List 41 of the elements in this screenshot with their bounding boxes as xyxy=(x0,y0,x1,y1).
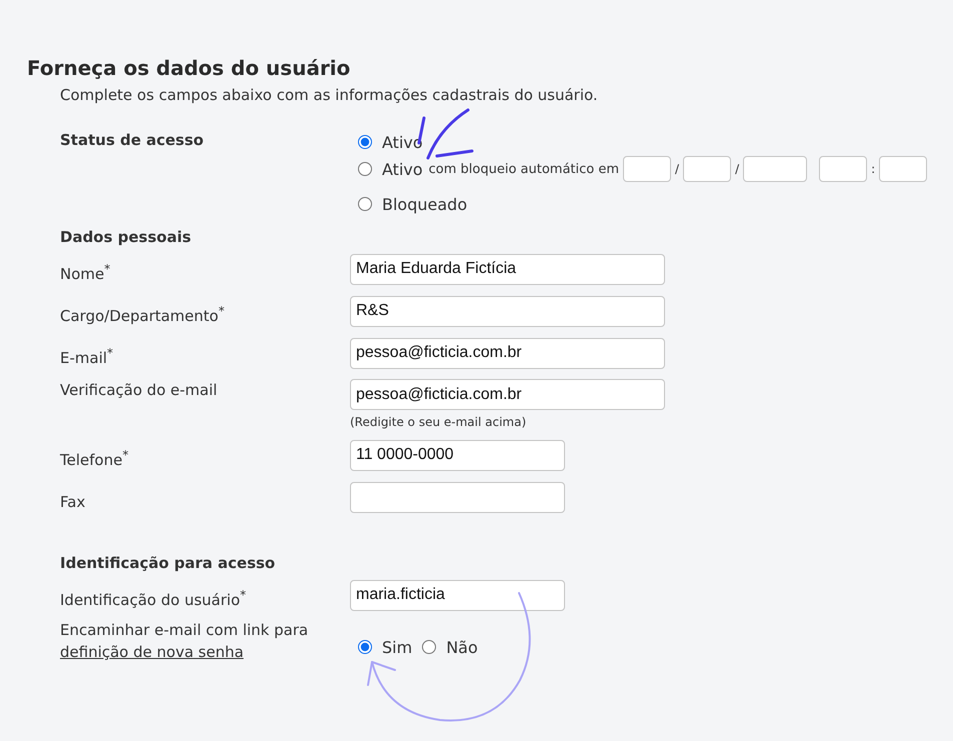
field-label: Identificação do usuário$^{*}$ xyxy=(60,587,247,611)
radio-label[interactable]: Sim xyxy=(382,638,412,656)
option-note: com bloqueio automático em xyxy=(428,162,620,176)
radio-button[interactable] xyxy=(422,640,436,654)
radio-button[interactable] xyxy=(358,162,372,176)
field-label: E-mail$^{*}$ xyxy=(60,345,114,369)
field-label: Telefone$^{*}$ xyxy=(60,447,130,471)
section-title: Status de acesso xyxy=(60,130,205,151)
radio-label[interactable]: Ativo xyxy=(382,160,423,178)
text-field[interactable]: maria.ficticia xyxy=(350,580,565,610)
section-title: Identificação para acesso xyxy=(60,553,276,573)
text-field[interactable]: Maria Eduarda Fictícia xyxy=(350,254,665,284)
text-field[interactable]: 11 0000-0000 xyxy=(350,440,565,470)
radio-label[interactable]: Bloqueado xyxy=(382,194,468,214)
separator-text: / xyxy=(675,162,680,176)
radio-button[interactable] xyxy=(358,197,372,211)
separator-text: : xyxy=(871,162,876,176)
field-label: Verificação do e-mail xyxy=(60,380,218,401)
field-label: Cargo/Departamento$^{*}$ xyxy=(60,303,226,327)
date-time-field[interactable] xyxy=(743,156,808,182)
radio-label[interactable]: Não xyxy=(446,638,478,656)
field-label: Fax xyxy=(60,492,86,513)
text-field[interactable] xyxy=(350,482,565,512)
radio-button[interactable] xyxy=(358,135,372,149)
date-time-field[interactable] xyxy=(879,156,928,182)
section-title: Dados pessoais xyxy=(60,227,192,247)
radio-label[interactable]: Ativo xyxy=(382,132,423,152)
date-time-field[interactable] xyxy=(819,156,868,182)
password-link[interactable]: definição de nova senha xyxy=(60,643,244,661)
text-field[interactable]: pessoa@ficticia.com.br xyxy=(350,338,665,368)
date-time-field[interactable] xyxy=(623,156,672,182)
form-title: Forneça os dados do usuário xyxy=(27,55,352,82)
radio-button[interactable] xyxy=(358,640,372,654)
field-label: Nome$^{*}$ xyxy=(60,261,112,285)
text-field[interactable]: pessoa@ficticia.com.br xyxy=(350,379,665,410)
field-hint: (Redigite o seu e-mail acima) xyxy=(350,415,528,429)
field-label: Encaminhar e-mail com link para definição de nova senha xyxy=(60,620,310,663)
text-field[interactable]: R&S xyxy=(350,296,665,326)
form-description: Complete os campos abaixo com as informações cadastrais do usuário. xyxy=(60,85,599,105)
separator-text: / xyxy=(735,162,740,176)
date-time-field[interactable] xyxy=(683,156,732,182)
